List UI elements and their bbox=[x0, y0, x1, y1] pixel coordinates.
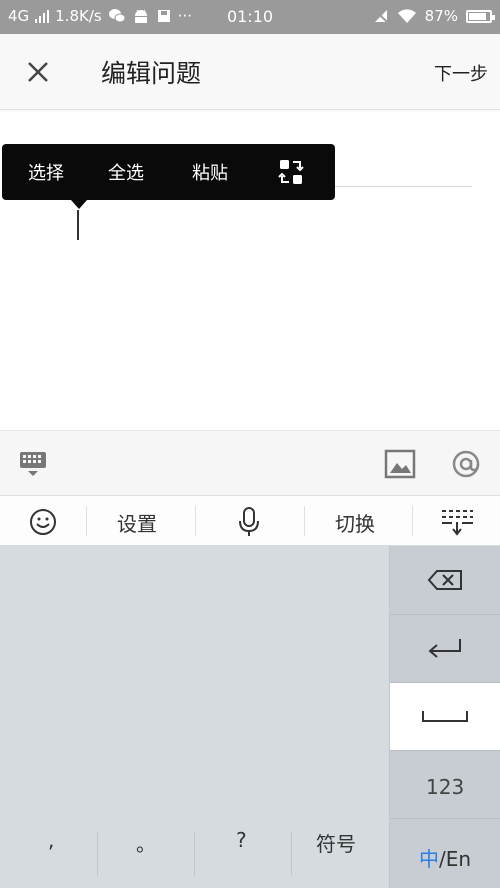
key-divider bbox=[291, 832, 292, 876]
image-icon[interactable] bbox=[384, 449, 416, 479]
keyboard-toggle-icon[interactable] bbox=[18, 449, 48, 479]
comma-key[interactable]: , bbox=[48, 828, 54, 852]
menu-paste[interactable]: 粘贴 bbox=[192, 159, 228, 185]
at-icon[interactable] bbox=[450, 448, 482, 480]
menu-pointer bbox=[71, 200, 87, 209]
microphone-icon[interactable] bbox=[236, 506, 262, 538]
swap-icon[interactable] bbox=[278, 158, 304, 186]
page-title: 编辑问题 bbox=[101, 59, 202, 88]
status-right: 87% bbox=[373, 7, 495, 25]
wifi-icon bbox=[397, 9, 416, 23]
question-key[interactable]: ? bbox=[236, 828, 247, 852]
divider bbox=[195, 506, 196, 536]
emoji-icon[interactable] bbox=[29, 508, 57, 536]
battery-percent: 87% bbox=[424, 7, 458, 25]
close-icon[interactable] bbox=[20, 54, 56, 90]
numeric-key-label: 123 bbox=[426, 775, 465, 799]
keyboard-right-column: 123 中/En bbox=[389, 546, 500, 888]
next-button[interactable]: 下一步 bbox=[434, 60, 488, 86]
mute-icon bbox=[373, 9, 388, 23]
numeric-key[interactable]: 123 bbox=[390, 751, 500, 819]
app-header: 编辑问题 下一步 bbox=[0, 34, 500, 110]
enter-key[interactable] bbox=[390, 615, 500, 683]
handwriting-keyboard: 123 中/En , 。 ? 符号 bbox=[0, 546, 500, 888]
text-caret bbox=[77, 210, 79, 240]
divider bbox=[86, 506, 87, 536]
key-divider bbox=[194, 832, 195, 876]
keyboard-bottom-row: , 。 ? 符号 bbox=[0, 818, 389, 888]
lang-en: /En bbox=[439, 847, 472, 871]
space-icon bbox=[422, 711, 468, 722]
battery-icon bbox=[466, 9, 495, 23]
backspace-icon bbox=[427, 570, 462, 590]
backspace-key[interactable] bbox=[390, 546, 500, 615]
status-bar: 4G 1.8K/s ··· 01:10 87% bbox=[0, 0, 500, 34]
menu-select[interactable]: 选择 bbox=[28, 159, 64, 185]
language-switch-label: 中/En bbox=[419, 843, 471, 872]
symbols-key[interactable]: 符号 bbox=[316, 828, 356, 857]
key-divider bbox=[97, 832, 98, 876]
ime-switch-button[interactable]: 切换 bbox=[335, 508, 375, 537]
divider bbox=[412, 506, 413, 536]
editor-toolbar bbox=[0, 430, 500, 496]
menu-select-all[interactable]: 全选 bbox=[108, 159, 144, 185]
lang-zh: 中 bbox=[419, 847, 439, 871]
ime-function-row: 设置 切换 bbox=[0, 496, 500, 546]
keyboard-collapse-icon[interactable] bbox=[440, 508, 474, 536]
space-key[interactable] bbox=[390, 683, 500, 751]
divider bbox=[304, 506, 305, 536]
period-key[interactable]: 。 bbox=[136, 828, 156, 857]
ime-settings-button[interactable]: 设置 bbox=[117, 508, 157, 537]
language-switch-key[interactable]: 中/En bbox=[390, 819, 500, 888]
enter-icon bbox=[428, 639, 461, 658]
text-context-menu: 选择 全选 粘贴 bbox=[2, 144, 335, 209]
